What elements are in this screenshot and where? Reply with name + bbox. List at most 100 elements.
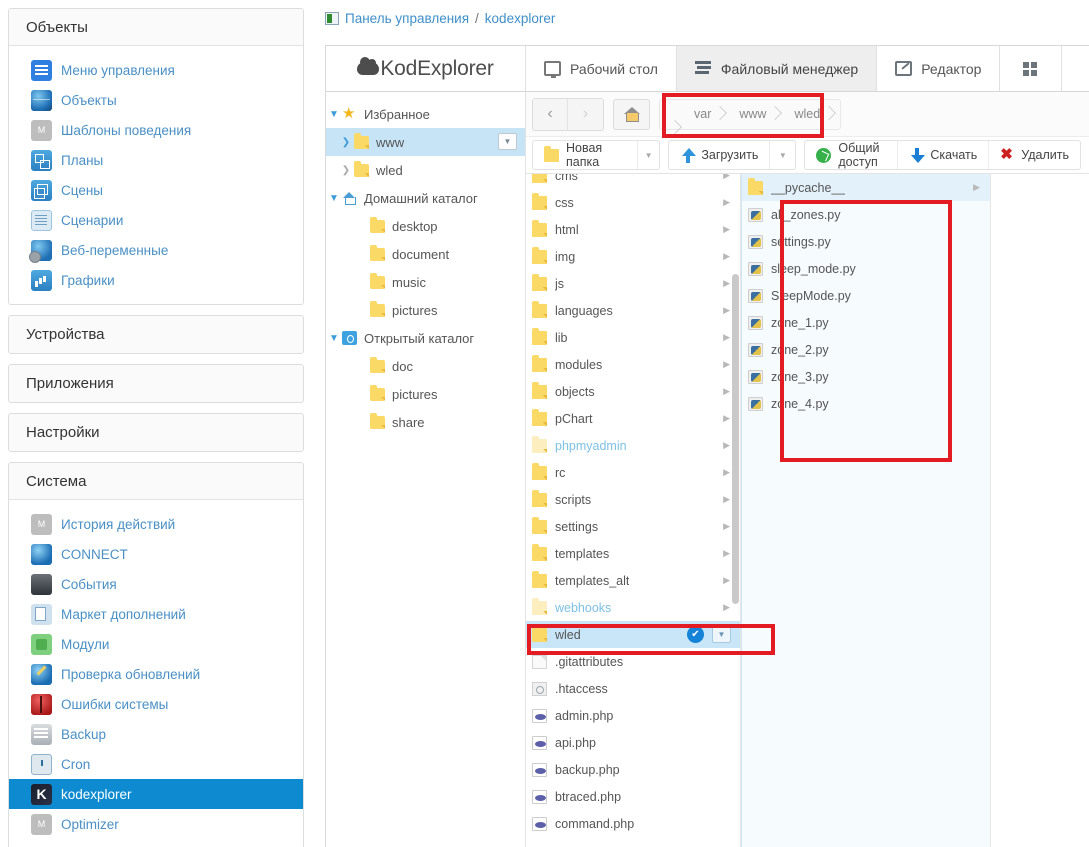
- breadcrumb-current-link[interactable]: kodexplorer: [485, 11, 556, 26]
- toolbar-caret-1[interactable]: ▼: [769, 141, 795, 169]
- home-button[interactable]: [613, 99, 650, 130]
- tree-node-открытый-каталог[interactable]: ▼Открытый каталог: [326, 324, 525, 352]
- sidebar-item-0[interactable]: История действий: [9, 509, 303, 539]
- sidebar-item-1[interactable]: Объекты: [9, 85, 303, 115]
- sidebar-item-0[interactable]: Меню управления: [9, 55, 303, 85]
- tree-node-www[interactable]: ❯www▼: [326, 128, 525, 156]
- sidebar-item-7[interactable]: Графики: [9, 265, 303, 295]
- tree-node-doc[interactable]: ❯doc: [326, 352, 525, 380]
- optimizer-icon: [31, 814, 52, 835]
- column-two-item-row[interactable]: zone_1.py: [742, 309, 990, 336]
- tree-node-share[interactable]: ❯share: [326, 408, 525, 436]
- общий-доступ-button[interactable]: Общий доступ: [805, 141, 897, 169]
- column-one-item-row[interactable]: btraced.php: [526, 783, 740, 810]
- download-icon: [909, 148, 923, 163]
- column-one-item-row[interactable]: settings▶: [526, 513, 740, 540]
- sidebar-item-7[interactable]: Backup: [9, 719, 303, 749]
- tab-grid[interactable]: [1000, 46, 1062, 91]
- sidebar-item-6[interactable]: Ошибки системы: [9, 689, 303, 719]
- sidebar-item-4[interactable]: Модули: [9, 629, 303, 659]
- sidebar-item-8[interactable]: Cron: [9, 749, 303, 779]
- column-one-item-row[interactable]: scripts▶: [526, 486, 740, 513]
- left-sidebar: ОбъектыМеню управленияОбъектыШаблоны пов…: [0, 0, 312, 847]
- sidebar-group-header[interactable]: Приложения: [9, 365, 303, 402]
- column-one-item-row[interactable]: backup.php: [526, 756, 740, 783]
- column-one-item-row[interactable]: .gitattributes: [526, 648, 740, 675]
- tab-рабочий-стол[interactable]: Рабочий стол: [526, 46, 677, 91]
- file-name: rc: [555, 466, 565, 480]
- column-one-item-row[interactable]: modules▶: [526, 351, 740, 378]
- path-crumb-var[interactable]: var: [682, 100, 727, 129]
- column-one-item-row[interactable]: languages▶: [526, 297, 740, 324]
- sidebar-item-1[interactable]: CONNECT: [9, 539, 303, 569]
- sidebar-group-header[interactable]: Настройки: [9, 414, 303, 451]
- toolbar-caret-0[interactable]: ▼: [637, 141, 660, 169]
- column-one-item-row[interactable]: objects▶: [526, 378, 740, 405]
- backup-icon: [31, 724, 52, 745]
- tree-node-menu-button[interactable]: ▼: [498, 133, 517, 150]
- column-one-item-row[interactable]: lib▶: [526, 324, 740, 351]
- tree-node-избранное[interactable]: ▼★Избранное: [326, 100, 525, 128]
- tree-node-pictures[interactable]: ❯pictures: [326, 296, 525, 324]
- загрузить-button[interactable]: Загрузить: [669, 141, 769, 169]
- column-one-item-row[interactable]: cms▶: [526, 174, 740, 189]
- column-two-item-row[interactable]: zone_4.py: [742, 390, 990, 417]
- row-menu-button[interactable]: ▼: [712, 626, 731, 643]
- column-two-item-row[interactable]: SleepMode.py: [742, 282, 990, 309]
- folder-icon: [532, 196, 547, 210]
- sidebar-item-2[interactable]: Шаблоны поведения: [9, 115, 303, 145]
- sidebar-item-5[interactable]: Сценарии: [9, 205, 303, 235]
- column-two-item-row[interactable]: all_zones.py: [742, 201, 990, 228]
- breadcrumb-root-link[interactable]: Панель управления: [345, 11, 469, 26]
- tree-node-wled[interactable]: ❯wled: [326, 156, 525, 184]
- column-one-item-row[interactable]: api.php: [526, 729, 740, 756]
- tree-node-desktop[interactable]: ❯desktop: [326, 212, 525, 240]
- удалить-button[interactable]: ✖Удалить: [988, 141, 1080, 169]
- path-crumb-www[interactable]: www: [727, 100, 782, 129]
- sidebar-group-header[interactable]: Устройства: [9, 316, 303, 353]
- tree-node-pictures[interactable]: ❯pictures: [326, 380, 525, 408]
- column-two-item-row[interactable]: zone_2.py: [742, 336, 990, 363]
- column-two-item-row[interactable]: sleep_mode.py: [742, 255, 990, 282]
- column-one-item-row[interactable]: js▶: [526, 270, 740, 297]
- column-two-item-row[interactable]: zone_3.py: [742, 363, 990, 390]
- column-one-item-row[interactable]: rc▶: [526, 459, 740, 486]
- tab-label: Файловый менеджер: [721, 61, 858, 77]
- sidebar-item-6[interactable]: Веб-переменные: [9, 235, 303, 265]
- sidebar-item-3[interactable]: Маркет дополнений: [9, 599, 303, 629]
- tab-редактор[interactable]: Редактор: [877, 46, 1000, 91]
- column-one-item-row[interactable]: img▶: [526, 243, 740, 270]
- sidebar-item-2[interactable]: События: [9, 569, 303, 599]
- column-one-item-row[interactable]: css▶: [526, 189, 740, 216]
- sidebar-group-header[interactable]: Объекты: [9, 9, 303, 46]
- tree-node-document[interactable]: ❯document: [326, 240, 525, 268]
- column-one-item-row[interactable]: wled✔▼: [526, 621, 740, 648]
- folder-icon: [532, 223, 547, 237]
- column-one-item-row[interactable]: html▶: [526, 216, 740, 243]
- column-one-item-row[interactable]: phpmyadmin▶: [526, 432, 740, 459]
- column-two-item-row[interactable]: settings.py: [742, 228, 990, 255]
- скачать-button[interactable]: Скачать: [897, 141, 988, 169]
- column-one-item-row[interactable]: templates_alt▶: [526, 567, 740, 594]
- column-two-item-row[interactable]: __pycache__▶: [742, 174, 990, 201]
- sidebar-group-header[interactable]: Система: [9, 463, 303, 500]
- column-one-item-row[interactable]: pChart▶: [526, 405, 740, 432]
- forward-button[interactable]: ›: [568, 99, 603, 130]
- sidebar-item-10[interactable]: Optimizer: [9, 809, 303, 839]
- sidebar-item-3[interactable]: Планы: [9, 145, 303, 175]
- sidebar-item-4[interactable]: Сцены: [9, 175, 303, 205]
- sidebar-item-5[interactable]: Проверка обновлений: [9, 659, 303, 689]
- path-crumb-wled[interactable]: wled: [782, 100, 836, 129]
- tree-node-домашний-каталог[interactable]: ▼Домашний каталог: [326, 184, 525, 212]
- column-one-item-row[interactable]: templates▶: [526, 540, 740, 567]
- tree-node-music[interactable]: ❯music: [326, 268, 525, 296]
- tab-файловый-менеджер[interactable]: Файловый менеджер: [677, 46, 877, 91]
- sidebar-item-9[interactable]: kodexplorer: [9, 779, 303, 809]
- новая-папка-button[interactable]: Новая папка: [533, 141, 637, 169]
- disk-icon: [342, 331, 357, 345]
- back-button[interactable]: ‹: [533, 99, 568, 130]
- column-one-item-row[interactable]: webhooks▶: [526, 594, 740, 621]
- column-one-item-row[interactable]: command.php: [526, 810, 740, 837]
- column-one-item-row[interactable]: admin.php: [526, 702, 740, 729]
- column-one-item-row[interactable]: .htaccess: [526, 675, 740, 702]
